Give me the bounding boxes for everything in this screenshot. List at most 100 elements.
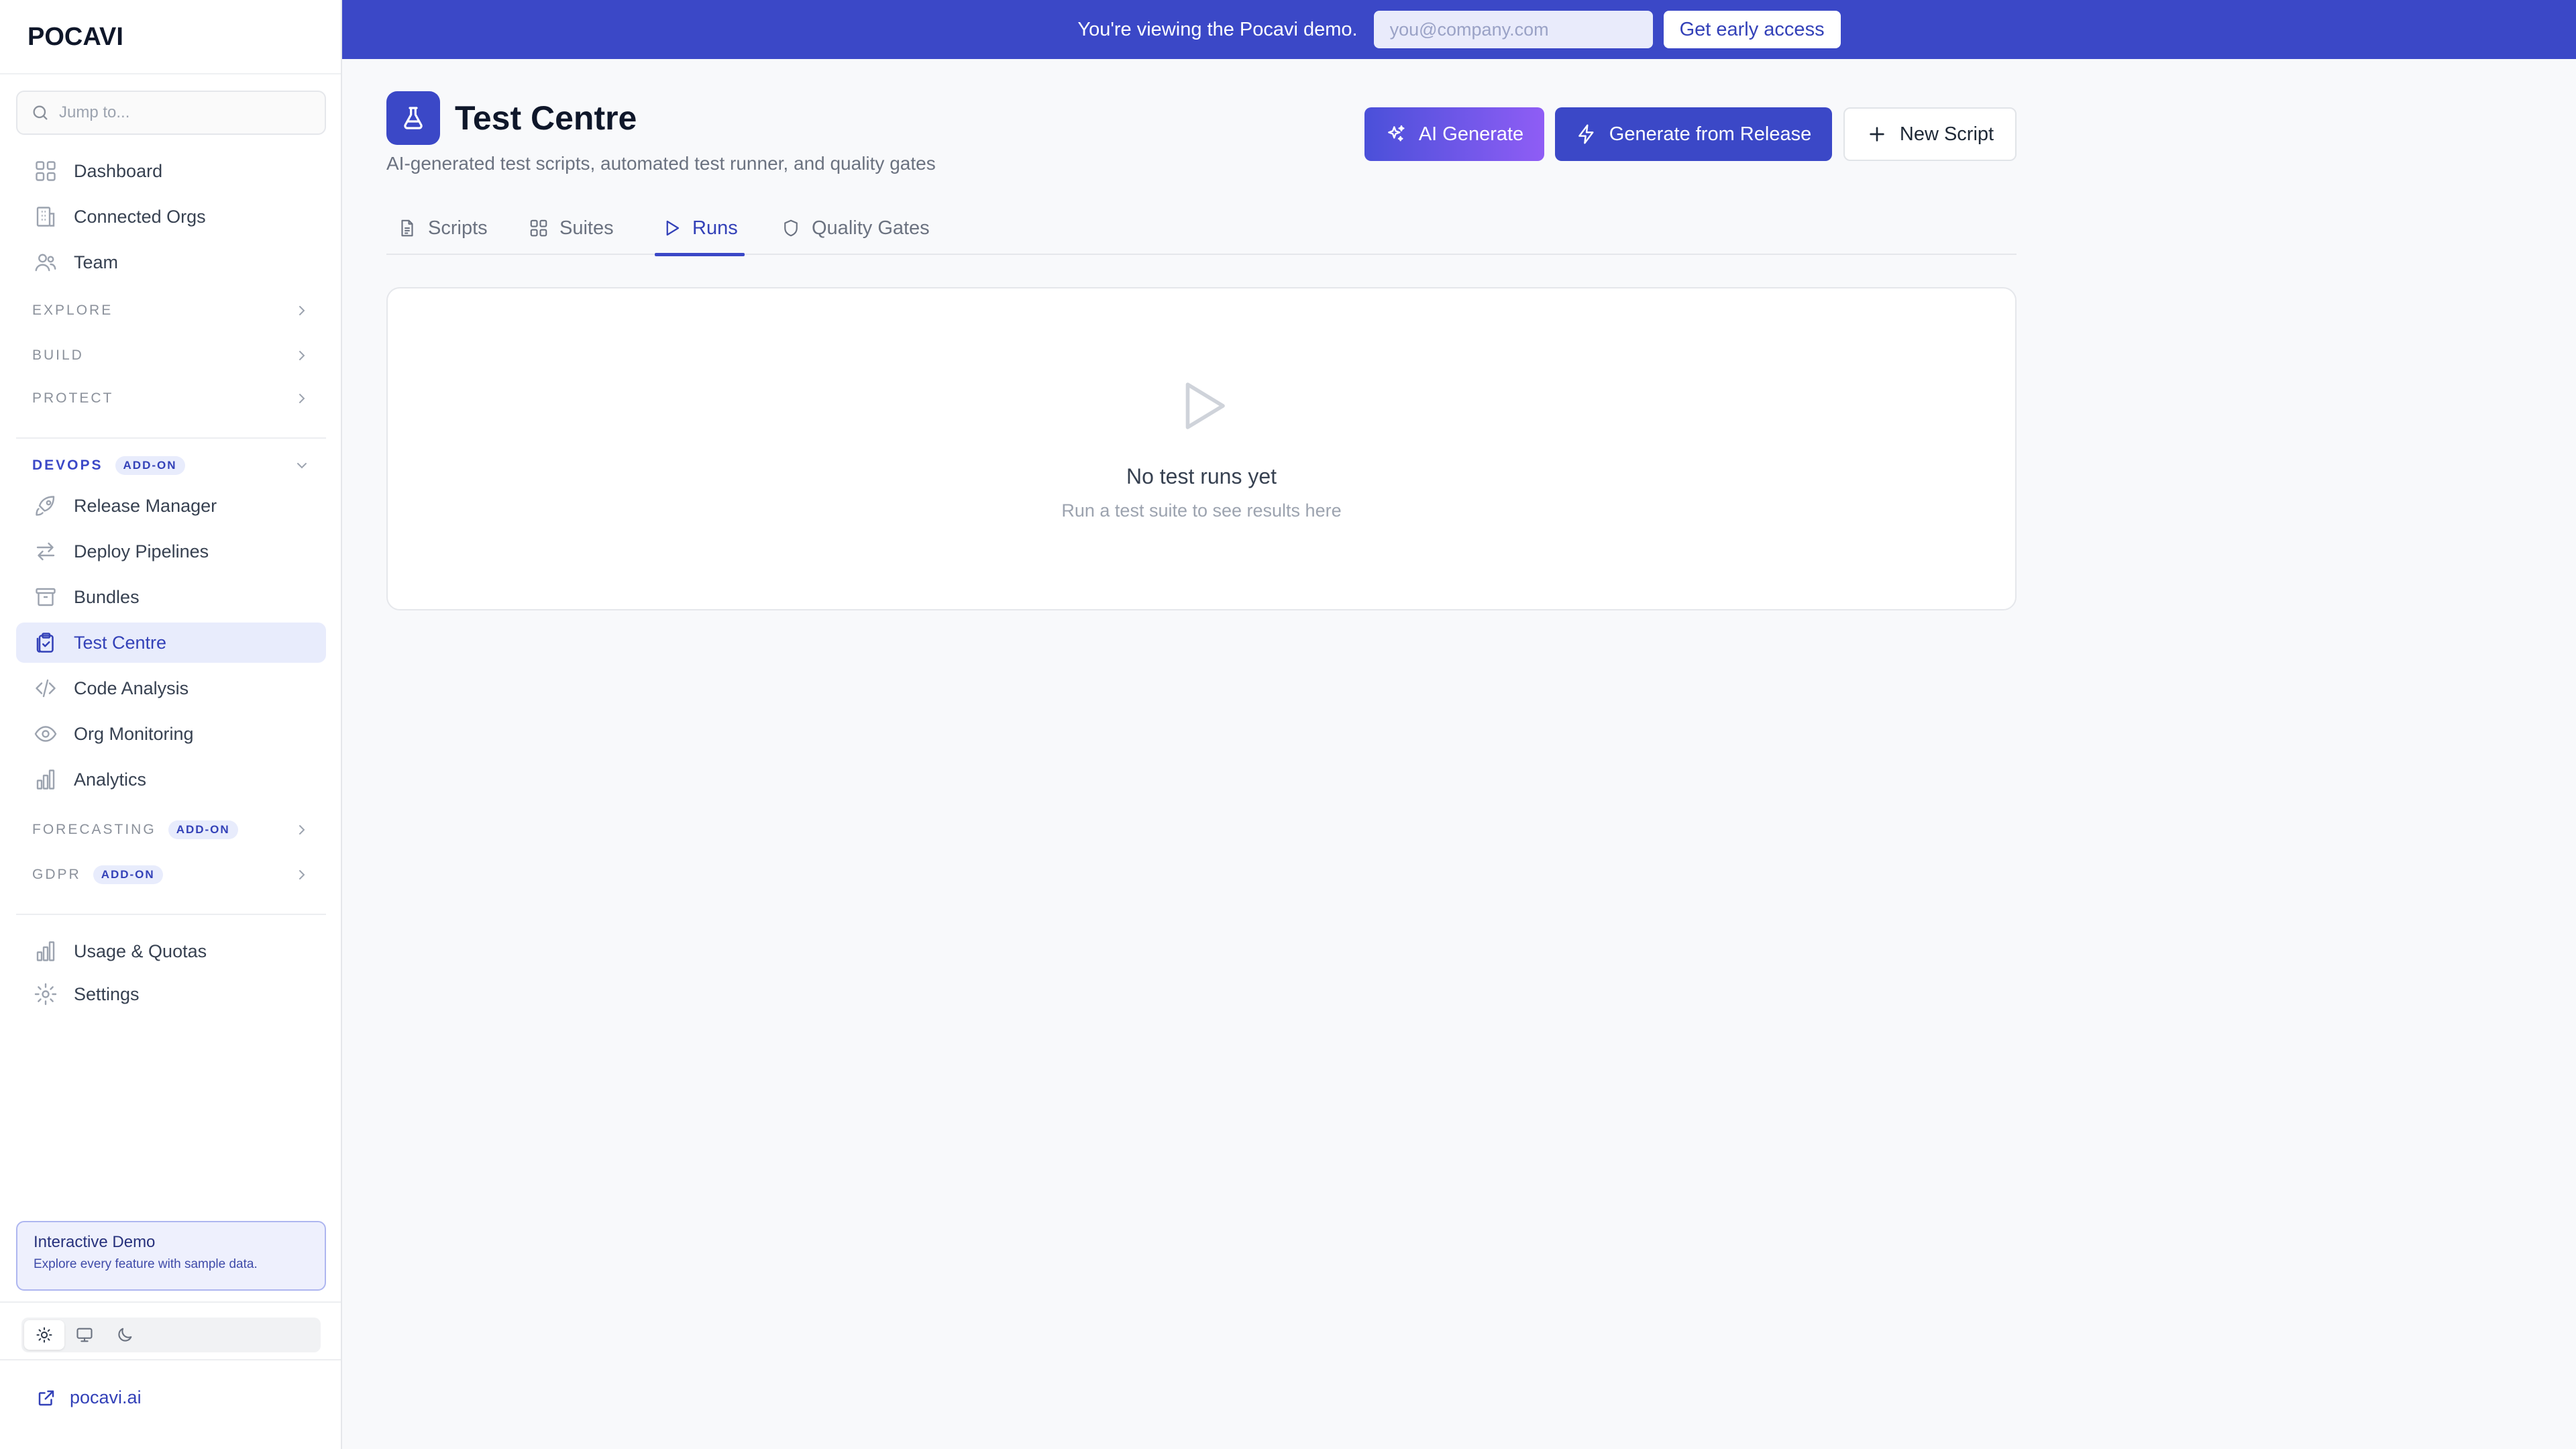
sidebar-item-label: Test Centre	[74, 632, 167, 653]
sidebar-item-settings[interactable]: Settings	[16, 974, 326, 1014]
sidebar-item-release-manager[interactable]: Release Manager	[16, 486, 326, 526]
sidebar-item-code-analysis[interactable]: Code Analysis	[16, 668, 326, 708]
addon-badge: ADD-ON	[168, 820, 238, 839]
grid-icon	[36, 161, 56, 181]
section-forecasting[interactable]: FORECASTING ADD-ON	[16, 813, 326, 847]
shield-icon	[784, 219, 798, 237]
button-label: AI Generate	[1418, 123, 1524, 145]
tab-label: Runs	[692, 217, 738, 239]
code-icon	[36, 679, 56, 698]
divider	[0, 1301, 341, 1303]
interactive-demo-card[interactable]: Interactive Demo Explore every feature w…	[16, 1221, 326, 1291]
sun-icon	[36, 1327, 52, 1343]
sidebar-item-analytics[interactable]: Analytics	[16, 759, 326, 800]
section-build[interactable]: BUILD	[16, 339, 326, 372]
sidebar-item-label: Deploy Pipelines	[74, 541, 209, 561]
jump-to-input[interactable]	[59, 103, 314, 122]
eye-icon	[34, 726, 57, 742]
sidebar-item-label: Analytics	[74, 769, 147, 790]
tab-label: Suites	[559, 217, 614, 239]
sidebar-item-label: Team	[74, 252, 119, 272]
external-link-icon	[38, 1390, 54, 1405]
tab-quality-gates[interactable]: Quality Gates	[774, 201, 936, 255]
section-label: EXPLORE	[32, 303, 113, 318]
zap-icon	[1578, 124, 1594, 144]
building-icon	[36, 207, 55, 227]
section-gdpr[interactable]: GDPR ADD-ON	[16, 858, 326, 892]
chevron-right-icon	[299, 351, 305, 360]
sparkles-icon	[1387, 125, 1405, 142]
empty-state-title: No test runs yet	[1126, 464, 1277, 488]
section-label: GDPR	[32, 867, 81, 882]
tab-runs[interactable]: Runs	[655, 201, 745, 256]
demo-banner: You're viewing the Pocavi demo. Get earl…	[342, 0, 2576, 59]
bar-chart-icon	[36, 941, 55, 961]
sidebar-item-label: Settings	[74, 983, 140, 1004]
chevron-right-icon	[299, 825, 305, 835]
theme-switcher	[21, 1318, 321, 1352]
clipboard-check-icon	[36, 633, 54, 653]
empty-state-subtitle: Run a test suite to see results here	[1061, 500, 1342, 521]
chevron-right-icon	[299, 394, 305, 403]
sidebar-item-deploy-pipelines[interactable]: Deploy Pipelines	[16, 531, 326, 572]
file-text-icon	[401, 219, 413, 237]
section-devops[interactable]: DEVOPS ADD-ON	[16, 449, 326, 482]
app-logo[interactable]: POCAVI	[28, 20, 123, 54]
sidebar-item-dashboard[interactable]: Dashboard	[16, 151, 326, 191]
button-label: New Script	[1899, 123, 1994, 145]
new-script-button[interactable]: New Script	[1843, 107, 2017, 161]
theme-system-button[interactable]	[64, 1320, 105, 1350]
demo-card-subtitle: Explore every feature with sample data.	[34, 1257, 258, 1271]
sidebar: POCAVI Dashboard Connected Orgs Team EXP…	[0, 0, 342, 1449]
grid-icon	[530, 219, 547, 237]
flask-icon	[404, 107, 423, 129]
users-icon	[35, 254, 56, 272]
section-explore[interactable]: EXPLORE	[16, 294, 326, 327]
chevron-right-icon	[299, 306, 305, 315]
link-label: pocavi.ai	[70, 1387, 142, 1407]
sidebar-item-label: Code Analysis	[74, 678, 189, 698]
search-icon	[33, 105, 48, 120]
sidebar-item-label: Dashboard	[74, 160, 163, 181]
button-label: Generate from Release	[1609, 123, 1812, 145]
sidebar-item-label: Connected Orgs	[74, 206, 206, 227]
pocavi-site-link[interactable]: pocavi.ai	[36, 1387, 142, 1408]
tab-scripts[interactable]: Scripts	[390, 201, 494, 255]
rocket-icon	[36, 496, 55, 516]
section-protect[interactable]: PROTECT	[16, 382, 326, 415]
banner-message: You're viewing the Pocavi demo.	[1077, 18, 1358, 40]
addon-badge: ADD-ON	[115, 456, 185, 475]
tab-label: Scripts	[428, 217, 488, 239]
section-label: BUILD	[32, 347, 84, 363]
sidebar-item-team[interactable]: Team	[16, 242, 326, 282]
theme-light-button[interactable]	[24, 1320, 64, 1350]
get-early-access-button[interactable]: Get early access	[1663, 11, 1841, 48]
sidebar-item-connected-orgs[interactable]: Connected Orgs	[16, 197, 326, 237]
bar-chart-icon	[36, 769, 55, 790]
section-label: FORECASTING	[32, 822, 156, 837]
email-field[interactable]	[1373, 11, 1653, 48]
sidebar-item-label: Org Monitoring	[74, 723, 194, 744]
chevron-right-icon	[299, 870, 305, 879]
arrows-left-right-icon	[36, 542, 55, 561]
section-label: DEVOPS	[32, 458, 103, 473]
generate-from-release-button[interactable]: Generate from Release	[1555, 107, 1832, 161]
demo-card-title: Interactive Demo	[34, 1233, 156, 1251]
sidebar-item-label: Bundles	[74, 586, 140, 607]
play-icon	[1185, 382, 1225, 429]
sidebar-item-test-centre[interactable]: Test Centre	[16, 623, 326, 663]
sidebar-item-label: Release Manager	[74, 495, 217, 516]
ai-generate-button[interactable]: AI Generate	[1364, 107, 1544, 161]
sidebar-item-usage-quotas[interactable]: Usage & Quotas	[16, 931, 326, 971]
sidebar-item-label: Usage & Quotas	[74, 941, 207, 961]
sidebar-item-bundles[interactable]: Bundles	[16, 577, 326, 617]
jump-to-search[interactable]	[16, 91, 326, 135]
tab-suites[interactable]: Suites	[522, 201, 621, 255]
play-icon	[666, 220, 680, 236]
chevron-down-icon	[297, 463, 307, 469]
tab-label: Quality Gates	[812, 217, 930, 239]
theme-dark-button[interactable]	[105, 1320, 145, 1350]
sidebar-item-org-monitoring[interactable]: Org Monitoring	[16, 714, 326, 754]
monitor-icon	[76, 1328, 93, 1342]
plus-icon	[1870, 127, 1884, 142]
